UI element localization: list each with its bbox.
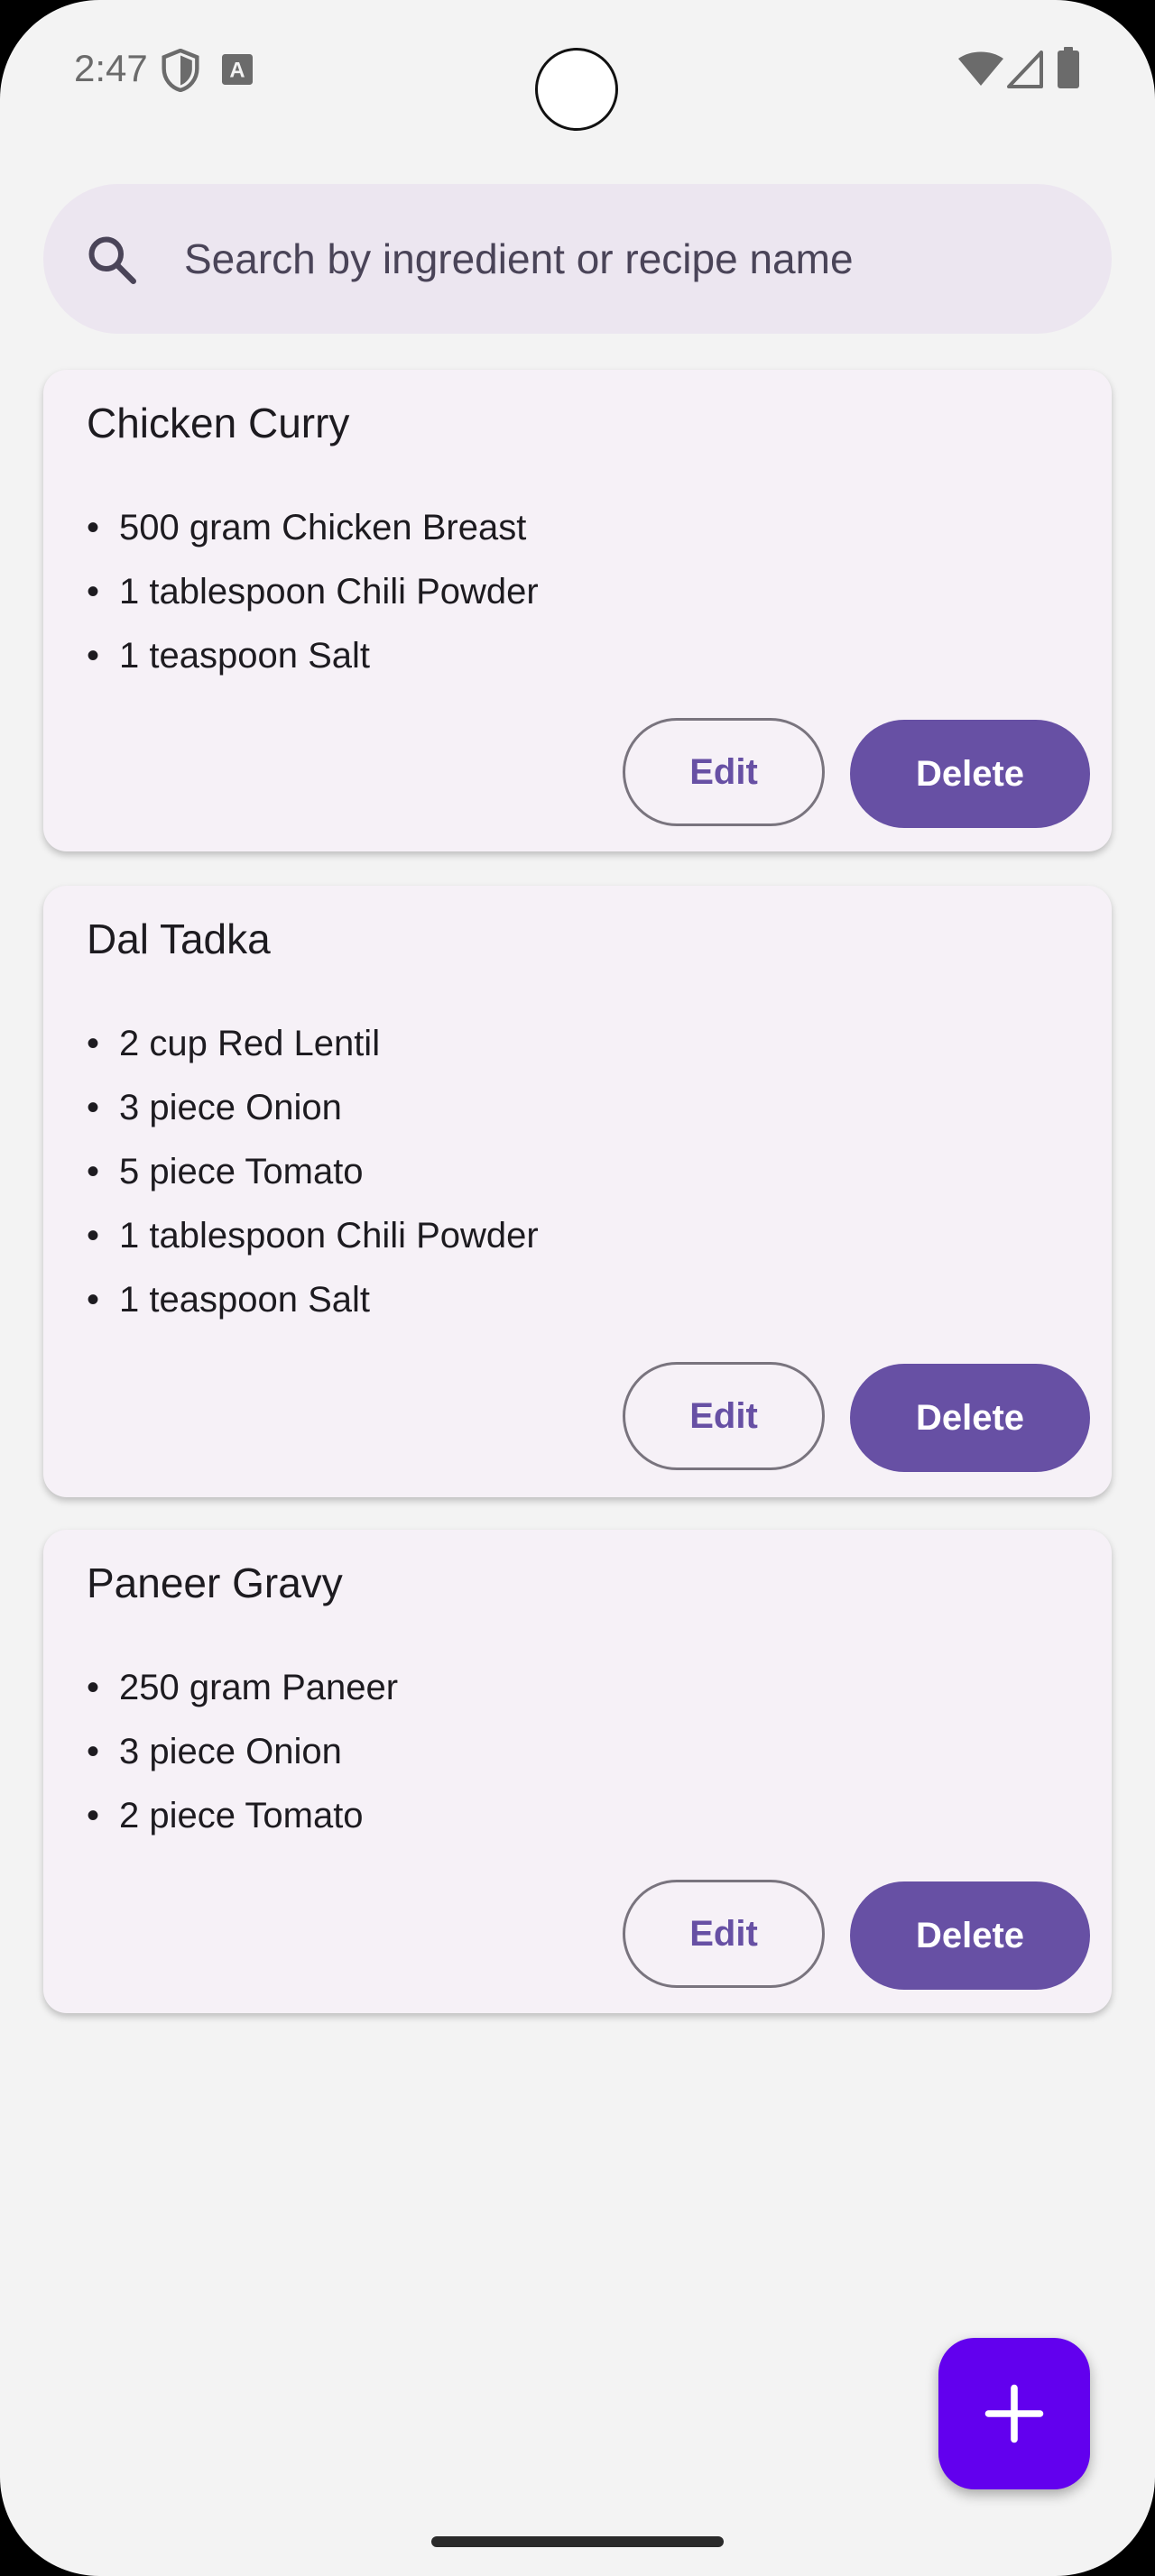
ingredient-list: • 500 gram Chicken Breast • 1 tablespoon C…	[87, 505, 539, 697]
ingredient-item: • 2 piece Tomato	[87, 1796, 364, 1835]
plus-icon	[984, 2384, 1044, 2443]
ingredient-item: • 500 gram Chicken Breast	[87, 508, 527, 547]
wifi-icon	[958, 51, 1003, 86]
recipe-title: Paneer Gravy	[87, 1559, 343, 1606]
ingredient-item: • 1 teaspoon Salt	[87, 636, 370, 676]
edit-button[interactable]: Edit	[623, 718, 825, 826]
add-recipe-button[interactable]	[938, 2338, 1090, 2489]
search-bar[interactable]: Search by ingredient or recipe name	[43, 184, 1112, 334]
keyboard-a-icon: A	[222, 54, 253, 85]
edit-button[interactable]: Edit	[623, 1880, 825, 1988]
ingredient-item: • 5 piece Tomato	[87, 1152, 364, 1191]
svg-text:A: A	[229, 59, 245, 83]
recipe-card: Paneer Gravy • 250 gram Paneer • 3 piece O…	[43, 1530, 1112, 2013]
ingredient-item: • 1 teaspoon Salt	[87, 1280, 370, 1320]
ingredient-item: • 1 tablespoon Chili Powder	[87, 572, 539, 612]
recipe-title: Chicken Curry	[87, 400, 350, 446]
ingredient-item: • 2 cup Red Lentil	[87, 1024, 381, 1063]
signal-icon	[1007, 51, 1043, 88]
ingredient-list: • 250 gram Paneer • 3 piece Onion • 2 piece…	[87, 1665, 398, 1857]
delete-button[interactable]: Delete	[850, 720, 1090, 828]
search-input-placeholder[interactable]: Search by ingredient or recipe name	[184, 235, 854, 283]
recipe-title: Dal Tadka	[87, 915, 271, 962]
edit-button[interactable]: Edit	[623, 1362, 825, 1470]
ingredient-list: • 2 cup Red Lentil • 3 piece Onion • 5 piec…	[87, 1021, 539, 1341]
shield-icon	[162, 49, 199, 92]
phone-screen: 2:47 A Search by ingredient or recipe na…	[0, 0, 1155, 2576]
gesture-home-bar[interactable]	[431, 2536, 724, 2547]
delete-button[interactable]: Delete	[850, 1881, 1090, 1990]
search-icon	[88, 236, 136, 284]
recipe-card: Chicken Curry • 500 gram Chicken Breast •…	[43, 370, 1112, 851]
delete-button[interactable]: Delete	[850, 1364, 1090, 1472]
camera-cutout	[535, 48, 618, 131]
ingredient-item: • 3 piece Onion	[87, 1732, 342, 1771]
ingredient-item: • 250 gram Paneer	[87, 1668, 399, 1707]
recipe-card: Dal Tadka • 2 cup Red Lentil • 3 piece Oni…	[43, 886, 1112, 1497]
ingredient-item: • 1 tablespoon Chili Powder	[87, 1216, 539, 1256]
battery-icon	[1058, 47, 1079, 88]
ingredient-item: • 3 piece Onion	[87, 1088, 342, 1127]
status-time: 2:47	[74, 47, 148, 89]
